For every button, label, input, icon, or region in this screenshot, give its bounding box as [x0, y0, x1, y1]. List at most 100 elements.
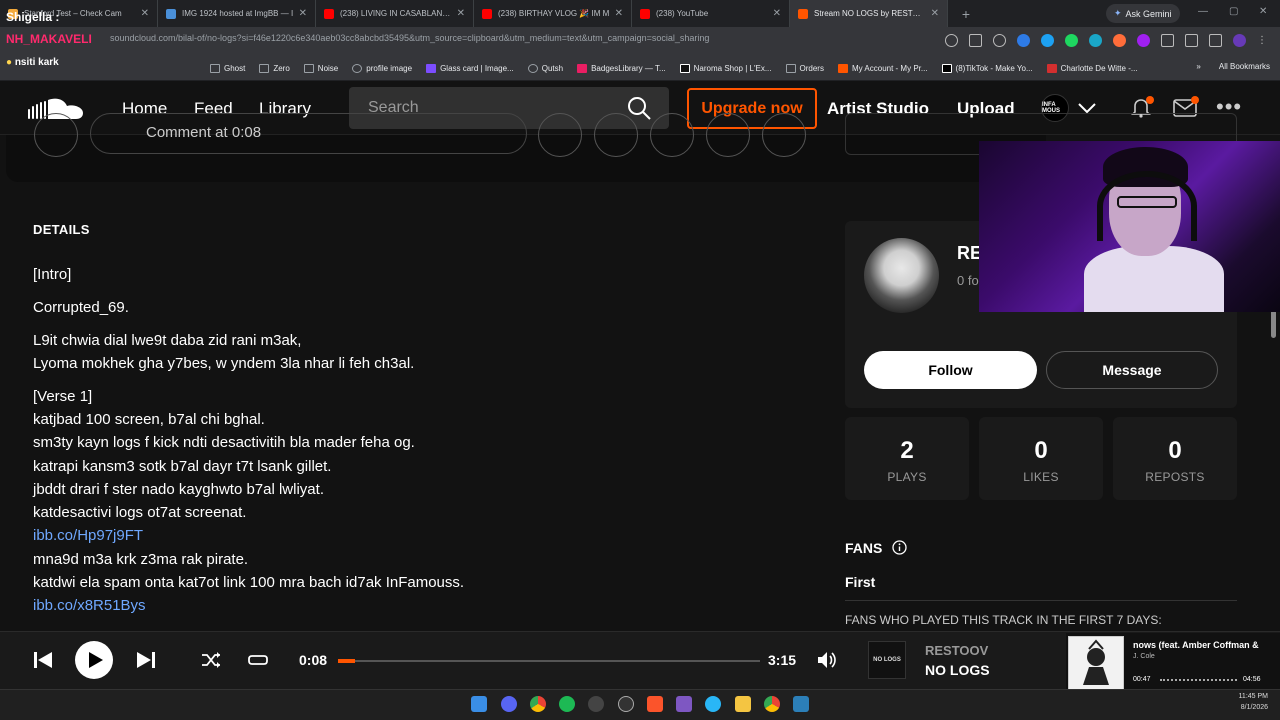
bookmark-item[interactable]: Zero [259, 64, 290, 73]
window-close-icon[interactable]: ✕ [1259, 6, 1267, 17]
bookmark-item[interactable]: Noise [303, 64, 338, 73]
bookmark-item[interactable]: profile image [352, 64, 412, 73]
brave-icon[interactable] [647, 696, 663, 712]
artist-avatar[interactable] [864, 238, 939, 313]
bookmark-item[interactable]: Naroma Shop | L'Ex... [679, 64, 772, 73]
new-tab-button[interactable]: + [954, 4, 978, 24]
search-icon[interactable] [627, 96, 651, 120]
zoom-icon[interactable] [945, 34, 958, 47]
extension-icon[interactable] [1041, 34, 1054, 47]
comment-placeholder: Comment at 0:08 [146, 124, 262, 141]
menu-icon[interactable]: ⋮ [1257, 34, 1270, 47]
share-button[interactable] [538, 113, 582, 157]
next-icon[interactable] [136, 650, 156, 670]
current-time: 0:08 [299, 652, 328, 668]
windows-start-icon[interactable] [471, 696, 487, 712]
repeat-icon[interactable] [248, 652, 268, 668]
description-line: sm3ty kayn logs f kick ndti desactivitih… [33, 434, 415, 451]
close-icon[interactable]: ✕ [773, 8, 781, 19]
bookmark-item[interactable]: Ghost [210, 64, 245, 73]
app-icon[interactable] [618, 696, 634, 712]
taskbar-time[interactable]: 11:45 PM [1218, 693, 1268, 700]
taskbar-date[interactable]: 8/1/2026 [1218, 704, 1268, 711]
bookmark-favicon-icon [1046, 64, 1057, 73]
bookmark-item[interactable]: Orders [785, 64, 824, 73]
player-title[interactable]: NO LOGS [925, 662, 990, 678]
chrome-icon[interactable] [530, 696, 546, 712]
puzzle-icon[interactable] [1161, 34, 1174, 47]
browser-tab[interactable]: (238) BIRTHAY VLOG 🎉 IM M ✕ [474, 0, 632, 27]
stat-label: LIKES [1023, 470, 1059, 484]
tab-favicon-icon [166, 8, 176, 19]
message-button[interactable]: Message [1046, 351, 1218, 389]
obs-icon[interactable] [588, 696, 604, 712]
extension-icon[interactable] [1137, 34, 1150, 47]
follow-button[interactable]: Follow [864, 351, 1037, 389]
bookmark-item[interactable]: (8)TikTok - Make Yo... [941, 64, 1033, 73]
all-bookmarks[interactable]: » All Bookmarks [1196, 62, 1270, 71]
info-icon[interactable] [892, 540, 907, 555]
bookmark-item[interactable]: Qutsh [527, 64, 563, 73]
add-to-playlist-button[interactable] [706, 113, 750, 157]
play-button[interactable] [75, 641, 113, 679]
app-icon[interactable] [793, 696, 809, 712]
sidebar-icon[interactable] [1209, 34, 1222, 47]
maximize-icon[interactable]: ▢ [1229, 6, 1238, 17]
bookmark-item[interactable]: Charlotte De Witte -... [1046, 64, 1138, 73]
folder-icon [303, 64, 314, 73]
star-icon[interactable] [993, 34, 1006, 47]
browser-tab[interactable]: (238) LIVING IN CASABLANCA ✕ [316, 0, 474, 27]
progress-fill [338, 659, 355, 663]
browser-tab-active[interactable]: Stream NO LOGS by RESTOOV ✕ [790, 0, 948, 27]
description-line: jbddt drari f ster nado kayghwto b7al lw… [33, 481, 324, 498]
close-icon[interactable]: ✕ [457, 8, 465, 19]
bookmark-item[interactable]: Glass card | Image... [426, 64, 514, 73]
file-explorer-icon[interactable] [735, 696, 751, 712]
screen: Stanford Test – Check Cam ✕ IMG 1924 host… [0, 0, 1280, 720]
url-text[interactable]: soundcloud.com/bilal-of/no-logs?si=f46e1… [110, 33, 709, 43]
more-button[interactable] [762, 113, 806, 157]
close-icon[interactable]: ✕ [615, 8, 623, 19]
extension-icon[interactable] [1017, 34, 1030, 47]
repost-button[interactable] [594, 113, 638, 157]
like-circle-button[interactable] [34, 113, 78, 157]
bookmarks-bar: Ghost Zero Noise profile image Glass car… [0, 57, 1280, 81]
fans-tab-first[interactable]: First [845, 574, 875, 590]
minimize-icon[interactable]: — [1198, 6, 1208, 17]
scrollbar-thumb[interactable] [1271, 310, 1276, 338]
chrome-profile-icon[interactable] [764, 696, 780, 712]
globe-icon [352, 64, 363, 73]
profile-icon[interactable] [1233, 34, 1246, 47]
ask-gemini-button[interactable]: ✦ Ask Gemini [1106, 4, 1180, 23]
telegram-icon[interactable] [705, 696, 721, 712]
discord-icon[interactable] [501, 696, 517, 712]
download-button[interactable] [650, 113, 694, 157]
extension-icon[interactable] [1089, 34, 1102, 47]
bookmark-favicon-icon [577, 64, 588, 73]
previous-icon[interactable] [33, 650, 53, 670]
browser-tab[interactable]: IMG 1924 hosted at ImgBB — I ✕ [158, 0, 316, 27]
track-cover[interactable]: NO LOGS [868, 641, 906, 679]
player-artist[interactable]: RESTOOV [925, 643, 988, 658]
chevron-right-icon: » [1196, 62, 1201, 71]
media-progress [1160, 679, 1237, 681]
volume-icon[interactable] [817, 651, 837, 669]
browser-tab[interactable]: (238) YouTube ✕ [632, 0, 790, 27]
app-icon[interactable] [676, 696, 692, 712]
cast-icon[interactable] [969, 34, 982, 47]
bookmark-item[interactable]: My Account - My Pr... [837, 64, 928, 73]
description-link[interactable]: ibb.co/Hp97j9FT [33, 527, 143, 544]
download-icon[interactable] [1185, 34, 1198, 47]
close-icon[interactable]: ✕ [299, 8, 307, 19]
spotify-icon[interactable] [559, 696, 575, 712]
close-icon[interactable]: ✕ [931, 8, 939, 19]
details-heading: DETAILS [33, 222, 90, 237]
progress-track[interactable] [338, 660, 760, 662]
extension-icon[interactable] [1065, 34, 1078, 47]
shuffle-icon[interactable] [201, 652, 221, 668]
extension-icon[interactable] [1113, 34, 1126, 47]
media-album-art [1068, 636, 1124, 690]
close-icon[interactable]: ✕ [141, 8, 149, 19]
bookmark-item[interactable]: BadgesLibrary — T... [577, 64, 666, 73]
description-link[interactable]: ibb.co/x8R51Bys [33, 597, 146, 614]
